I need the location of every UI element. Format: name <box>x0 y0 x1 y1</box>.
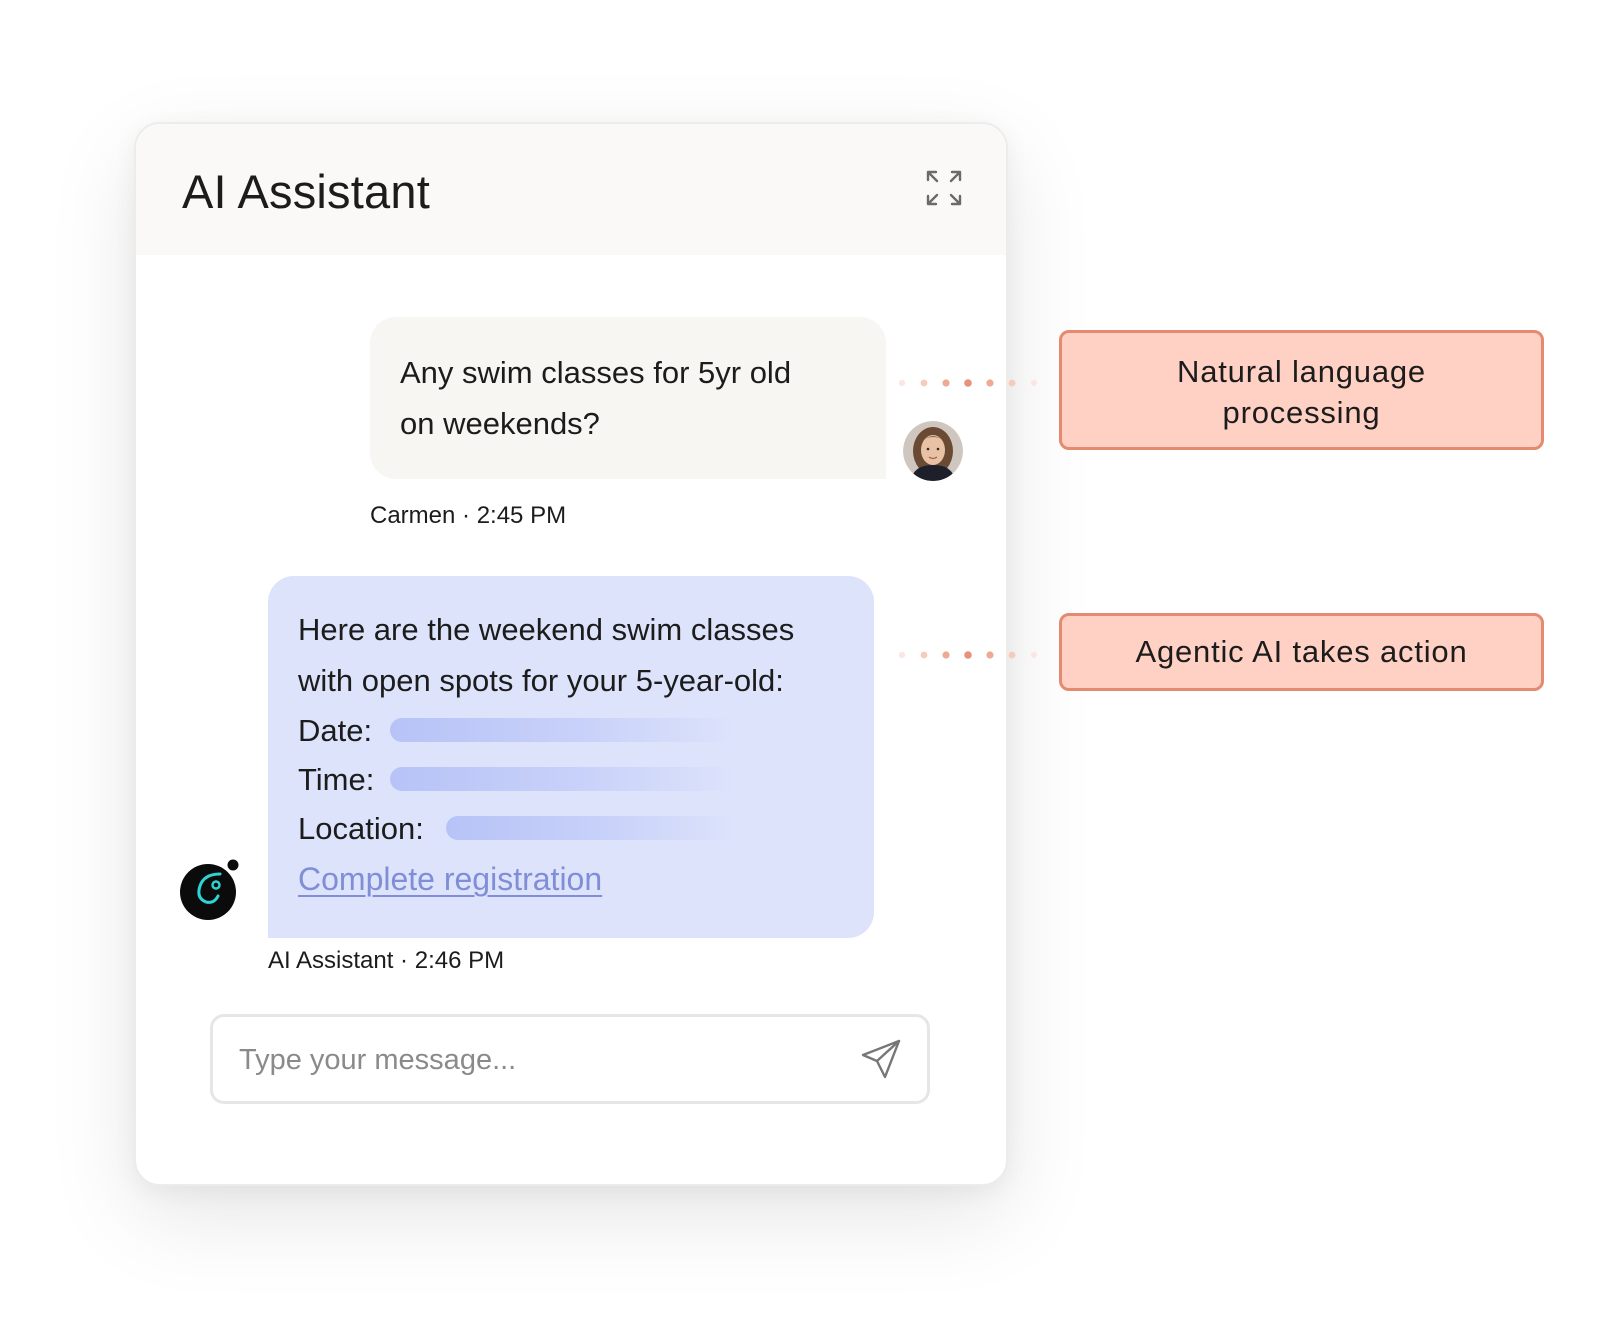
assistant-message-bubble: Here are the weekend swim classes with o… <box>268 576 874 938</box>
location-label: Location: <box>298 811 424 846</box>
assistant-message-line: with open spots for your 5-year-old: <box>298 663 784 698</box>
user-message-meta: Carmen · 2:45 PM <box>370 502 567 529</box>
location-placeholder-bar <box>446 816 736 840</box>
complete-registration-link[interactable]: Complete registration <box>298 855 602 903</box>
send-icon[interactable] <box>859 1037 903 1081</box>
callout-line: processing <box>1222 395 1381 430</box>
user-message-line: Any swim classes for 5yr old <box>400 355 792 390</box>
connector-dots <box>896 648 1056 662</box>
time-placeholder-bar <box>390 767 736 791</box>
detail-row-time: Time: <box>298 755 854 804</box>
detail-row-date: Date: <box>298 706 854 755</box>
user-message-bubble: Any swim classes for 5yr old on weekends… <box>370 317 886 479</box>
callout-natural-language-processing: Natural language processing <box>1059 330 1544 450</box>
expand-icon[interactable] <box>924 168 964 208</box>
callout-agentic-ai: Agentic AI takes action <box>1059 613 1544 691</box>
date-label: Date: <box>298 713 373 748</box>
time-label: Time: <box>298 762 375 797</box>
message-composer <box>210 1014 930 1104</box>
connector-dots <box>896 376 1056 390</box>
assistant-message-line: Here are the weekend swim classes <box>298 612 795 647</box>
page-stage: AI Assistant Any swim classes for 5yr ol… <box>0 0 1608 1326</box>
message-input[interactable] <box>237 1033 821 1087</box>
user-message-line: on weekends? <box>400 406 600 441</box>
chat-header: AI Assistant <box>136 124 1006 255</box>
user-avatar <box>903 421 963 481</box>
detail-row-location: Location: <box>298 804 854 853</box>
date-placeholder-bar <box>390 718 736 742</box>
assistant-message-meta: AI Assistant · 2:46 PM <box>268 947 505 974</box>
callout-line: Natural language <box>1177 354 1426 389</box>
chat-window: AI Assistant Any swim classes for 5yr ol… <box>134 122 1008 1186</box>
chat-title: AI Assistant <box>182 165 430 218</box>
assistant-avatar <box>178 854 246 922</box>
